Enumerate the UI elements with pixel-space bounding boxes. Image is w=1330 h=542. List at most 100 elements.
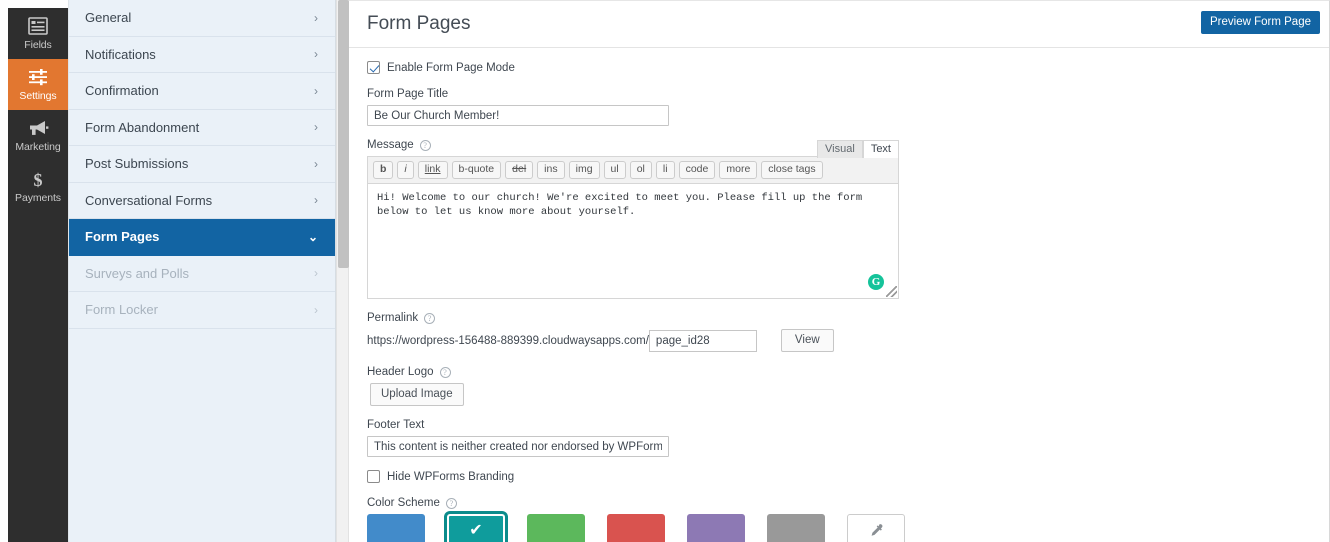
header-logo-label-text: Header Logo (367, 366, 434, 378)
grammarly-icon[interactable]: G (868, 274, 884, 290)
hide-wpforms-branding-label: Hide WPForms Branding (387, 470, 515, 483)
chevron-down-icon: ⌄ (307, 229, 318, 244)
permalink-section: Permalink ? https://wordpress-156488-889… (367, 312, 1311, 352)
toolbar-button-link[interactable]: link (417, 161, 448, 179)
footer-text-input[interactable] (367, 436, 669, 457)
permalink-label-text: Permalink (367, 312, 419, 324)
toolbar-button-italic[interactable]: i (397, 161, 414, 179)
toolbar-button-bquote[interactable]: b-quote (451, 161, 502, 179)
help-icon[interactable]: ? (445, 497, 457, 509)
sidebar-item-label: Post Submissions (85, 156, 189, 172)
sidebar-item-form-abandonment[interactable]: Form Abandonment › (69, 110, 335, 146)
chevron-right-icon: › (314, 302, 318, 317)
chevron-right-icon: › (314, 10, 318, 25)
help-icon[interactable]: ? (419, 139, 431, 151)
hide-branding-row: Hide WPForms Branding (367, 470, 1311, 483)
form-page-title-label: Form Page Title (367, 88, 1311, 100)
color-swatch-red[interactable] (607, 514, 665, 542)
rail-item-marketing[interactable]: Marketing (8, 110, 68, 161)
toolbar-button-more[interactable]: more (719, 161, 758, 179)
chevron-right-icon: › (314, 47, 318, 62)
chevron-right-icon: › (314, 83, 318, 98)
message-text-content: Hi! Welcome to our church! We're excited… (377, 192, 863, 218)
megaphone-icon (27, 119, 49, 139)
form-page-title-section: Form Page Title (367, 88, 1311, 126)
sidebar-item-label: Conversational Forms (85, 192, 213, 208)
rail-item-settings[interactable]: Settings (8, 59, 68, 110)
color-swatch-teal[interactable]: ✔ (447, 514, 505, 542)
help-icon[interactable]: ? (439, 366, 451, 378)
sidebar-item-post-submissions[interactable]: Post Submissions › (69, 146, 335, 183)
rail-item-label: Fields (24, 38, 52, 51)
color-swatch-blue[interactable] (367, 514, 425, 542)
toolbar-button-close-tags[interactable]: close tags (761, 161, 823, 179)
color-scheme-label: Color Scheme ? (367, 497, 1311, 509)
wpforms-builder-window: Fields Settings Marketing $ Payments Gen… (0, 0, 1330, 542)
textarea-resize-handle[interactable] (886, 286, 897, 297)
toolbar-button-bold[interactable]: b (373, 161, 394, 179)
settings-menu-list: General › Notifications › Confirmation ›… (69, 0, 335, 329)
sidebar-item-label: Confirmation (85, 83, 159, 99)
page-title: Form Pages (367, 13, 471, 34)
view-permalink-button[interactable]: View (780, 329, 834, 352)
tab-visual[interactable]: Visual (817, 140, 863, 158)
chevron-right-icon: › (314, 266, 318, 281)
permalink-slug-input[interactable] (648, 329, 757, 352)
sidebar-item-label: General (85, 10, 132, 26)
help-icon[interactable]: ? (424, 312, 436, 324)
header-logo-label: Header Logo ? (367, 366, 1311, 378)
toolbar-button-ol[interactable]: ol (629, 161, 652, 179)
enable-form-page-mode-checkbox[interactable] (367, 61, 380, 74)
toolbar-button-ul[interactable]: ul (603, 161, 626, 179)
form-page-title-input[interactable] (367, 105, 669, 126)
sidebar-item-notifications[interactable]: Notifications › (69, 37, 335, 73)
color-swatch-gray[interactable] (767, 514, 825, 542)
toolbar-button-img[interactable]: img (568, 161, 600, 179)
chevron-right-icon: › (314, 193, 318, 208)
message-textarea[interactable]: Hi! Welcome to our church! We're excited… (367, 184, 899, 299)
scrollbar-thumb[interactable] (338, 0, 349, 268)
sidebar-item-label: Form Abandonment (85, 119, 200, 135)
toolbar-button-code[interactable]: code (678, 161, 716, 179)
toolbar-button-del[interactable]: del (505, 161, 534, 179)
upload-image-button[interactable]: Upload Image (370, 383, 464, 406)
color-swatch-list: ✔ (367, 514, 1311, 542)
check-icon: ✔ (469, 522, 483, 539)
panel-scrollbar[interactable] (336, 0, 349, 542)
color-scheme-label-text: Color Scheme (367, 497, 440, 509)
sidebar-item-form-pages[interactable]: Form Pages ⌄ (69, 219, 335, 256)
editor-toolbar: b i link b-quote del ins img ul ol li co… (367, 156, 899, 184)
color-swatch-green[interactable] (527, 514, 585, 542)
hide-wpforms-branding-checkbox[interactable] (367, 470, 380, 483)
form-pages-settings-body: Enable Form Page Mode Form Page Title Me… (349, 48, 1329, 542)
form-page-title-label-text: Form Page Title (367, 88, 449, 100)
toolbar-button-ins[interactable]: ins (537, 161, 565, 179)
sidebar-item-label: Surveys and Polls (85, 265, 190, 281)
rail-item-payments[interactable]: $ Payments (8, 161, 68, 212)
sidebar-item-label: Notifications (85, 46, 156, 62)
chevron-right-icon: › (314, 120, 318, 135)
sidebar-item-surveys-and-polls[interactable]: Surveys and Polls › (69, 256, 335, 292)
editor-mode-tabs: Visual Text (817, 140, 899, 158)
footer-text-label: Footer Text (367, 419, 1311, 431)
tab-text[interactable]: Text (862, 140, 899, 158)
preview-form-page-button[interactable]: Preview Form Page (1201, 11, 1320, 34)
permalink-base-url: https://wordpress-156488-889399.cloudway… (367, 334, 649, 347)
rail-item-fields[interactable]: Fields (8, 8, 68, 59)
footer-text-label-text: Footer Text (367, 419, 425, 431)
color-swatch-purple[interactable] (687, 514, 745, 542)
sidebar-item-general[interactable]: General › (69, 0, 335, 37)
permalink-row: https://wordpress-156488-889399.cloudway… (367, 329, 1311, 352)
custom-color-picker-button[interactable] (847, 514, 905, 542)
sliders-icon (27, 68, 49, 88)
sidebar-item-conversational-forms[interactable]: Conversational Forms › (69, 183, 335, 219)
settings-menu-panel: General › Notifications › Confirmation ›… (68, 0, 336, 542)
footer-text-section: Footer Text (367, 419, 1311, 457)
toolbar-button-li[interactable]: li (655, 161, 675, 179)
rail-item-label: Marketing (15, 140, 61, 153)
content-header: Form Pages Preview Form Page (349, 1, 1329, 48)
rail-item-label: Settings (19, 89, 57, 102)
sidebar-item-form-locker[interactable]: Form Locker › (69, 292, 335, 329)
settings-menu-empty-area (69, 328, 335, 539)
sidebar-item-confirmation[interactable]: Confirmation › (69, 73, 335, 110)
